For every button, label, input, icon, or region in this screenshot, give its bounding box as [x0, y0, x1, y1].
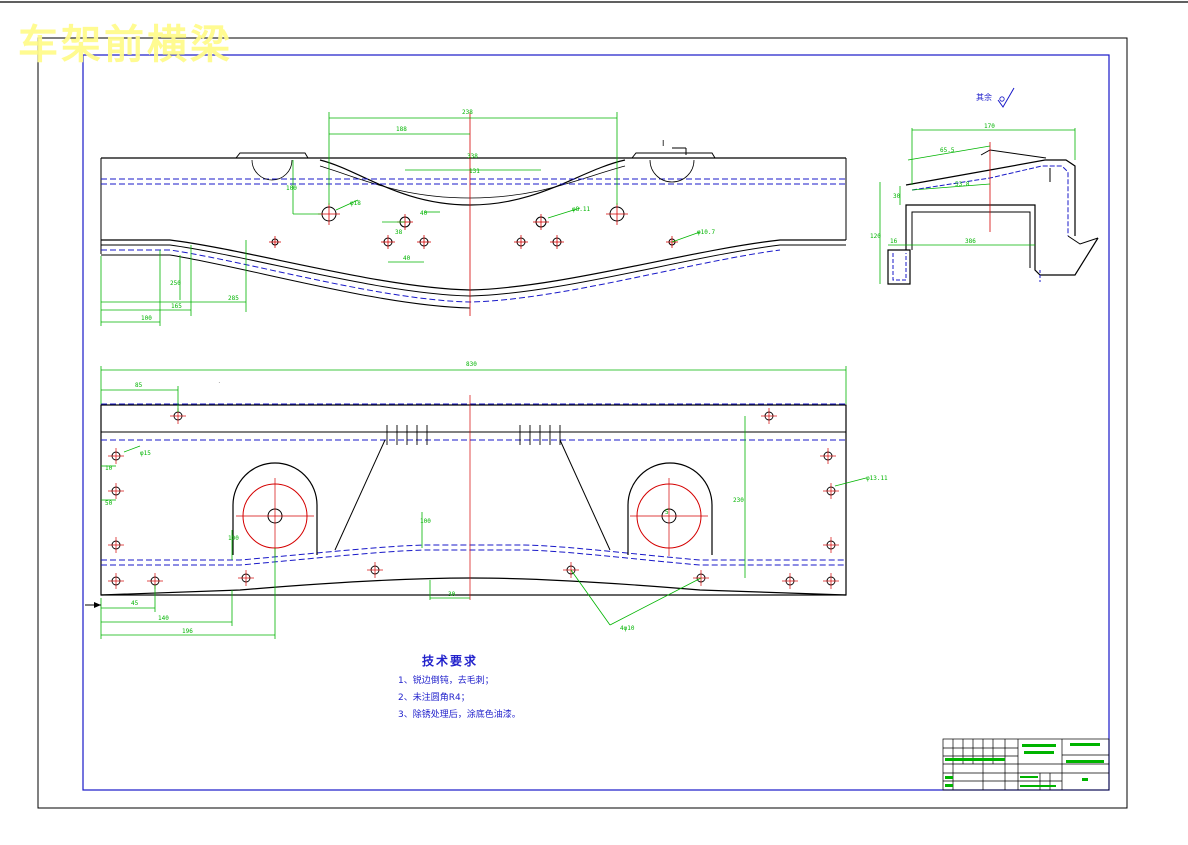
front-view-dim-text: 238 188 338 131 100 φ18 φ8.11 φ10.7 38 4…	[141, 109, 715, 322]
svg-text:165: 165	[171, 303, 182, 310]
svg-text:100: 100	[420, 518, 431, 525]
section-label: I	[662, 139, 665, 148]
svg-text:188: 188	[396, 126, 407, 133]
svg-text:φ8.11: φ8.11	[572, 206, 590, 213]
svg-text:65.5: 65.5	[940, 147, 955, 154]
svg-text:φ18: φ18	[350, 200, 361, 207]
svg-text:38: 38	[395, 229, 403, 236]
svg-text:φ15: φ15	[140, 450, 151, 457]
svg-text:250: 250	[170, 280, 181, 287]
svg-text:30: 30	[893, 193, 901, 200]
svg-text:120: 120	[870, 233, 881, 240]
roughness-note: 其余	[976, 93, 992, 102]
tech-note-3: 3、除锈处理后，涂底色油漆。	[398, 710, 521, 720]
svg-text:830: 830	[466, 361, 477, 368]
svg-text:φ13.11: φ13.11	[866, 475, 888, 482]
section-view-dimensions	[879, 128, 1076, 284]
outer-border	[37, 37, 1128, 809]
svg-text:45: 45	[131, 600, 139, 607]
svg-text:4φ10: 4φ10	[620, 625, 635, 632]
svg-text:φ10.7: φ10.7	[697, 229, 715, 236]
svg-text:40: 40	[420, 210, 428, 217]
technical-requirements: 技术要求 1、锐边倒钝，去毛刺； 2、未注圆角R4； 3、除锈处理后，涂底色油漆…	[398, 652, 521, 724]
svg-text:100: 100	[228, 535, 239, 542]
top-view-dimensions	[100, 366, 867, 639]
svg-text:40: 40	[403, 255, 411, 262]
section-view-dim-text: 170 65.5 53.8 120 30 16 386	[870, 123, 995, 245]
svg-text:338: 338	[467, 153, 478, 160]
inner-frame	[82, 54, 1110, 791]
cad-drawing-canvas: 238 188 338 131 100 φ18 φ8.11 φ10.7 38 4…	[0, 0, 1188, 841]
svg-text:85: 85	[135, 382, 143, 389]
svg-text:100: 100	[286, 185, 297, 192]
svg-text:230: 230	[733, 497, 744, 504]
svg-text:·: ·	[218, 380, 220, 385]
section-view	[887, 142, 1099, 285]
svg-text:196: 196	[182, 628, 193, 635]
tech-title: 技术要求	[422, 654, 479, 668]
svg-text:238: 238	[462, 109, 473, 116]
svg-text:16: 16	[890, 238, 898, 245]
svg-text:53.8: 53.8	[955, 181, 970, 188]
svg-text:386: 386	[965, 238, 976, 245]
drawing-sheet: 238 188 338 131 100 φ18 φ8.11 φ10.7 38 4…	[0, 1, 1188, 809]
title-block-marks	[945, 743, 1104, 787]
svg-text:140: 140	[158, 615, 169, 622]
tech-note-1: 1、锐边倒钝，去毛刺；	[398, 676, 494, 686]
top-view-dim-text: 830 85 10 50 φ15 φ13.11 45 140 196 230 3…	[105, 361, 888, 635]
front-view	[100, 112, 847, 316]
svg-text:50: 50	[105, 500, 113, 507]
svg-text:131: 131	[469, 168, 480, 175]
svg-text:170: 170	[984, 123, 995, 130]
svg-text:100: 100	[141, 315, 152, 322]
svg-text:5: 5	[665, 509, 669, 516]
svg-text:30: 30	[448, 591, 456, 598]
svg-text:10: 10	[105, 465, 113, 472]
tech-note-2: 2、未注圆角R4；	[398, 693, 470, 703]
svg-text:285: 285	[228, 295, 239, 302]
